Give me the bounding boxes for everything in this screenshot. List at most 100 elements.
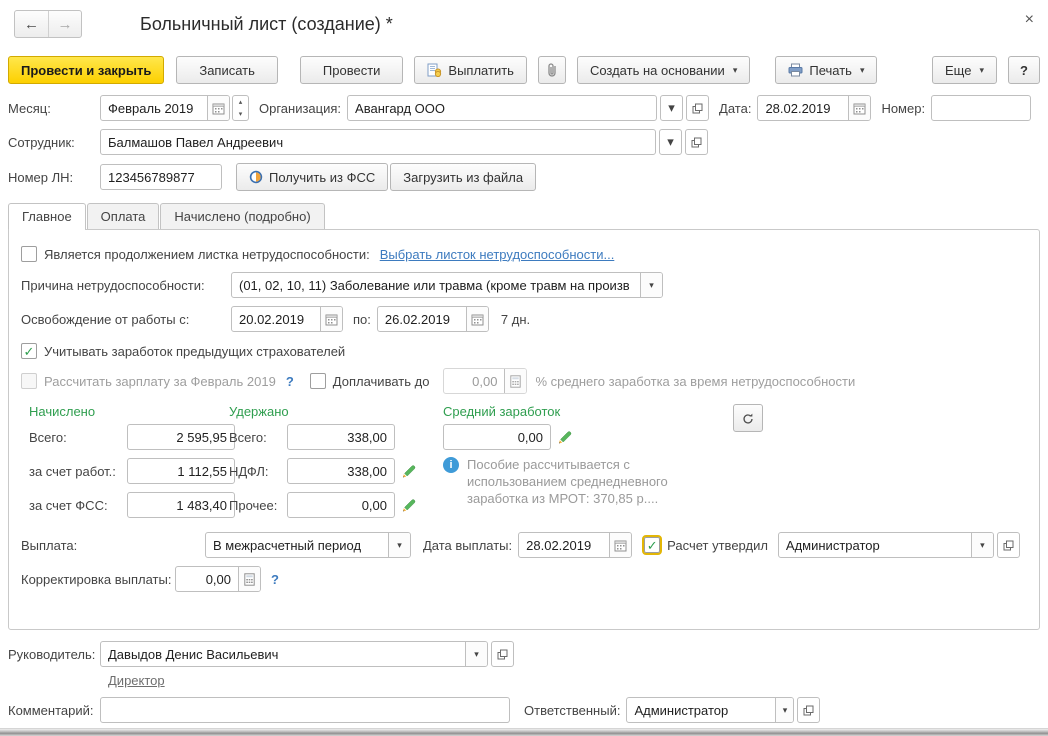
pay-date-input[interactable]: [519, 533, 610, 557]
approved-by-open-button[interactable]: [996, 532, 1020, 558]
edit-other-button[interactable]: [401, 498, 416, 513]
recalculate-button[interactable]: [733, 404, 763, 432]
accrued-total-input[interactable]: [128, 425, 234, 449]
director-link[interactable]: Директор: [108, 673, 165, 688]
month-calendar-button[interactable]: [207, 96, 229, 120]
more-label: Еще: [945, 62, 972, 78]
number-input[interactable]: [932, 96, 1031, 120]
comment-row: Комментарий: Ответственный: ▾: [8, 697, 1040, 723]
tab-accrued-detail[interactable]: Начислено (подробно): [160, 203, 325, 229]
calculator-icon: [244, 572, 255, 586]
accrued-header: Начислено: [29, 404, 96, 419]
pay-label: Выплатить: [448, 62, 514, 78]
open-icon: [497, 649, 508, 659]
manager-open-button[interactable]: [491, 641, 514, 667]
back-button[interactable]: ←: [15, 11, 48, 37]
calc-salary-help-link[interactable]: ?: [286, 374, 294, 389]
correction-help-link[interactable]: ?: [271, 572, 279, 587]
paperclip-icon: [548, 63, 556, 77]
reason-dropdown-button[interactable]: ▾: [640, 273, 662, 297]
help-button[interactable]: ?: [1008, 56, 1040, 84]
tab-main[interactable]: Главное: [8, 203, 86, 230]
release-to-input[interactable]: [377, 307, 466, 331]
benefit-info-text: Пособие рассчитывается с использованием …: [467, 457, 668, 506]
average-column: Средний заработок: [443, 404, 560, 419]
employee-open-button[interactable]: [685, 129, 708, 155]
forward-button[interactable]: →: [48, 11, 81, 37]
employee-dropdown-button[interactable]: ▾: [659, 129, 682, 155]
pay-icon: [427, 63, 442, 77]
accrued-fss-input[interactable]: [128, 493, 234, 517]
get-from-fss-label: Получить из ФСС: [269, 169, 376, 185]
release-from-calendar-button[interactable]: [320, 307, 342, 331]
withheld-total-input[interactable]: [288, 425, 394, 449]
reason-label: Причина нетрудоспособности:: [21, 277, 205, 293]
close-icon[interactable]: ×: [1025, 12, 1034, 28]
month-row: Месяц: ▴▾ Организация: ▾ Дата: Номер:: [8, 95, 1040, 121]
organization-input[interactable]: [348, 96, 657, 120]
manager-input[interactable]: [101, 642, 465, 666]
payment-dropdown-button[interactable]: ▾: [388, 533, 410, 557]
withheld-other-input[interactable]: [288, 493, 394, 517]
month-input[interactable]: [101, 96, 207, 120]
open-icon: [1003, 540, 1014, 550]
pay-up-to-checkbox[interactable]: [309, 373, 326, 389]
release-to-calendar-button[interactable]: [465, 307, 488, 331]
release-from-input[interactable]: [232, 307, 320, 331]
payment-input[interactable]: [206, 533, 388, 557]
approved-by-input[interactable]: [778, 533, 971, 557]
load-from-file-button[interactable]: Загрузить из файла: [390, 163, 537, 191]
chevron-down-icon: ▾: [859, 64, 865, 75]
date-input[interactable]: [758, 96, 849, 120]
date-calendar-button[interactable]: [848, 96, 871, 120]
payment-field: ▾: [205, 532, 411, 558]
correction-input[interactable]: [176, 567, 238, 591]
edit-ndfl-button[interactable]: [401, 464, 416, 479]
comment-input[interactable]: [101, 698, 509, 722]
more-button[interactable]: Еще ▾: [932, 56, 997, 84]
edit-average-button[interactable]: [557, 430, 572, 445]
pay-date-calendar-button[interactable]: [609, 533, 632, 557]
organization-dropdown-button[interactable]: ▾: [660, 95, 684, 121]
correction-calc-button[interactable]: [238, 567, 260, 591]
calc-salary-label: Рассчитать зарплату за Февраль 2019: [44, 373, 276, 389]
average-input[interactable]: [444, 425, 550, 449]
open-icon: [692, 103, 703, 113]
chevron-down-icon: ▾: [732, 64, 738, 75]
reason-row: Причина нетрудоспособности: ▾: [21, 272, 1027, 298]
withheld-ndfl-input[interactable]: [288, 459, 394, 483]
reason-input[interactable]: [232, 273, 640, 297]
responsible-input[interactable]: [627, 698, 776, 722]
attachments-button[interactable]: [537, 56, 566, 84]
info-icon: i: [443, 457, 459, 473]
pay-up-to-field: [443, 368, 528, 394]
choose-sick-list-link[interactable]: Выбрать листок нетрудоспособности...: [380, 247, 615, 262]
correction-label: Корректировка выплаты:: [21, 571, 172, 587]
manager-dropdown-button[interactable]: ▾: [465, 642, 487, 666]
titlebar: ← → Больничный лист (создание) * ×: [0, 0, 1048, 38]
accrued-employer-row: за счет работ.:: [29, 458, 235, 484]
pencil-icon: [559, 430, 572, 443]
post-and-close-button[interactable]: Провести и закрыть: [8, 56, 165, 84]
organization-open-button[interactable]: [686, 95, 710, 121]
create-based-on-button[interactable]: Создать на основании ▾: [576, 56, 751, 84]
employee-input[interactable]: [101, 130, 655, 154]
accrued-fss-row: за счет ФСС:: [29, 492, 235, 518]
responsible-dropdown-button[interactable]: ▾: [775, 698, 794, 722]
release-to-label: по:: [353, 311, 371, 327]
print-button[interactable]: Печать ▾: [775, 56, 878, 84]
save-button[interactable]: Записать: [176, 56, 278, 84]
post-button[interactable]: Провести: [299, 56, 404, 84]
release-to-field: [376, 306, 489, 332]
tab-payment[interactable]: Оплата: [86, 203, 160, 229]
approved-by-dropdown-button[interactable]: ▾: [970, 533, 993, 557]
ln-number-input[interactable]: [101, 165, 221, 189]
month-stepper[interactable]: ▴ ▾: [232, 95, 249, 121]
continuation-checkbox[interactable]: [21, 246, 37, 262]
accrued-employer-input[interactable]: [128, 459, 234, 483]
prev-insurers-checkbox[interactable]: ✓: [21, 343, 37, 359]
pay-button[interactable]: Выплатить: [414, 56, 527, 84]
approved-checkbox[interactable]: ✓: [642, 535, 663, 555]
get-from-fss-button[interactable]: Получить из ФСС: [236, 163, 389, 191]
responsible-open-button[interactable]: [797, 697, 821, 723]
